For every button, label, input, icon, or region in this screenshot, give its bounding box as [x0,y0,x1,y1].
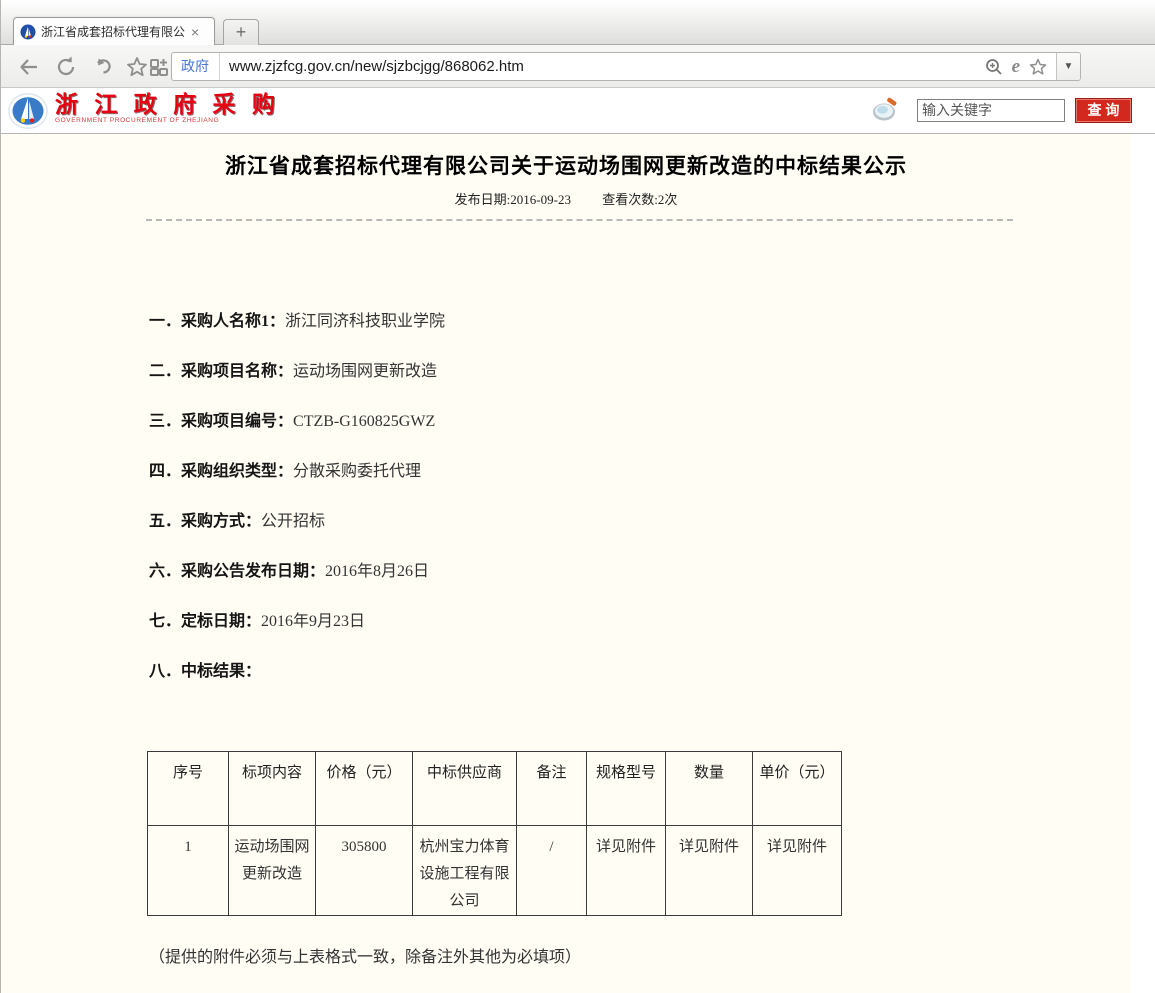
col-header: 序号 [148,752,229,826]
col-header: 数量 [666,752,753,826]
site-logo-emblem-icon [7,91,49,131]
attachment-note: （提供的附件必须与上表格式一致，除备注外其他为必填项） [149,943,1131,967]
url-input[interactable]: www.zjzfcg.gov.cn/new/sjzbcjgg/868062.ht… [220,58,984,75]
item-org-type: 四．采购组织类型：分散采购委托代理 [149,459,1131,484]
favorites-star-icon[interactable] [125,55,149,79]
article-meta: 发布日期:2016-09-23 查看次数:2次 [1,189,1131,208]
divider-dashed [146,219,1013,221]
cell-spec: 详见附件 [587,826,666,916]
address-bar[interactable]: 政府 www.zjzfcg.gov.cn/new/sjzbcjgg/868062… [171,52,1081,81]
zone-badge: 政府 [172,53,220,80]
ie-compat-icon[interactable]: e [1012,57,1020,77]
site-logo-subtitle: GOVERNMENT PROCUREMENT OF ZHEJIANG [55,117,280,124]
item-purchaser: 一．采购人名称1：浙江同济科技职业学院 [149,309,1131,334]
tab-close-icon[interactable]: × [191,25,199,39]
site-logo-title: 浙 江 政 府 采 购 [55,91,280,117]
keyword-search-input[interactable] [917,99,1065,122]
bookmark-star-icon[interactable] [1028,57,1048,77]
new-tab-button[interactable]: + [223,19,259,45]
cell-remark: / [517,826,587,916]
col-header: 单价（元） [753,752,842,826]
browser-toolbar: 政府 www.zjzfcg.gov.cn/new/sjzbcjgg/868062… [1,45,1155,88]
table-row: 1 运动场围网更新改造 305800 杭州宝力体育设施工程有限公司 / 详见附件… [148,826,842,916]
browser-tab[interactable]: 浙江省成套招标代理有限公 × [13,17,215,45]
tab-title: 浙江省成套招标代理有限公 [41,23,189,40]
award-result-table: 序号 标项内容 价格（元） 中标供应商 备注 规格型号 数量 单价（元） 1 运… [147,751,842,916]
cell-price: 305800 [316,826,413,916]
cell-content: 运动场围网更新改造 [229,826,316,916]
col-header: 中标供应商 [413,752,517,826]
apps-grid-icon[interactable] [147,55,171,79]
cell-seq: 1 [148,826,229,916]
site-header: 浙 江 政 府 采 购 GOVERNMENT PROCUREMENT OF ZH… [1,88,1155,134]
query-button[interactable]: 查 询 [1075,98,1132,123]
col-header: 标项内容 [229,752,316,826]
col-header: 价格（元） [316,752,413,826]
publish-date: 发布日期:2016-09-23 [455,192,571,207]
item-committee: 九．评标委员会名单：龚武思，蔡峰，陈建，楼利江，童惠春 [149,989,1131,993]
site-favicon-icon [20,24,36,40]
cell-qty: 详见附件 [666,826,753,916]
address-dropdown-icon[interactable]: ▼ [1056,53,1080,80]
item-announce-date: 六．采购公告发布日期：2016年8月26日 [149,559,1131,584]
col-header: 规格型号 [587,752,666,826]
item-project-number: 三．采购项目编号：CTZB-G160825GWZ [149,409,1131,434]
item-award-date: 七．定标日期：2016年9月23日 [149,609,1131,634]
view-count: 查看次数:2次 [602,192,677,207]
item-project-name: 二．采购项目名称：运动场围网更新改造 [149,359,1131,384]
article-title: 浙江省成套招标代理有限公司关于运动场围网更新改造的中标结果公示 [1,150,1131,180]
browser-window: 浙江省成套招标代理有限公 × + 政府 www.zjzfcg.gov.cn [0,0,1155,993]
cell-supplier: 杭州宝力体育设施工程有限公司 [413,826,517,916]
cell-unit-price: 详见附件 [753,826,842,916]
tab-bar: 浙江省成套招标代理有限公 × + [1,0,1155,45]
search-magnifier-icon [871,96,901,124]
table-header-row: 序号 标项内容 价格（元） 中标供应商 备注 规格型号 数量 单价（元） [148,752,842,826]
undo-history-icon[interactable] [91,55,115,79]
col-header: 备注 [517,752,587,826]
announcement-items: 一．采购人名称1：浙江同济科技职业学院 二．采购项目名称：运动场围网更新改造 三… [149,309,1131,684]
back-icon[interactable] [17,55,41,79]
item-method: 五．采购方式：公开招标 [149,509,1131,534]
site-logo[interactable]: 浙 江 政 府 采 购 GOVERNMENT PROCUREMENT OF ZH… [7,91,280,131]
page-content: 浙江省成套招标代理有限公司关于运动场围网更新改造的中标结果公示 发布日期:201… [1,134,1131,993]
refresh-icon[interactable] [54,55,78,79]
header-search: 查 询 [871,96,1132,124]
zoom-page-icon[interactable] [984,57,1004,77]
item-result-heading: 八．中标结果： [149,659,1131,684]
